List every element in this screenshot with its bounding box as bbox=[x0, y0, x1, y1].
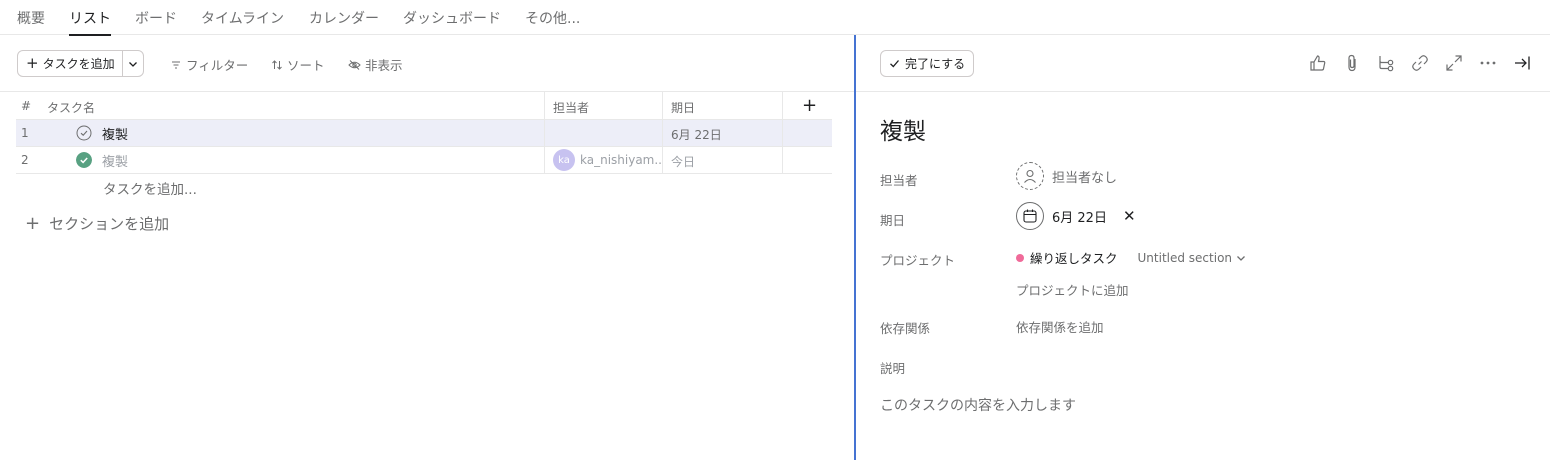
complete-checkbox-icon[interactable] bbox=[76, 125, 92, 141]
add-to-project-link[interactable]: プロジェクトに追加 bbox=[1016, 280, 1129, 299]
link-icon[interactable] bbox=[1410, 53, 1430, 73]
hide-label: 非表示 bbox=[365, 58, 403, 73]
section-name: Untitled section bbox=[1137, 250, 1233, 265]
expand-icon[interactable] bbox=[1444, 53, 1464, 73]
filter-button[interactable]: フィルター bbox=[170, 55, 248, 74]
task-assignee[interactable]: ka ka_nishiyam... bbox=[553, 149, 663, 171]
column-divider bbox=[662, 147, 663, 174]
due-date-field[interactable]: 6月 22日 ✕ bbox=[1016, 202, 1136, 230]
sort-icon bbox=[272, 59, 282, 70]
project-field: 繰り返しタスク Untitled section bbox=[1016, 248, 1246, 267]
project-tab-bar: 概要 リスト ボード タイムライン カレンダー ダッシュボード その他... bbox=[0, 0, 1550, 36]
task-detail-pane: 完了にする 複製 担当者 担当者なし 期日 6月 22日 ✕ プロジェクト 繰り… bbox=[854, 35, 1550, 460]
sort-button[interactable]: ソート bbox=[271, 55, 325, 74]
task-due[interactable]: 今日 bbox=[671, 153, 695, 170]
filter-label: フィルター bbox=[186, 58, 249, 73]
column-due[interactable]: 期日 bbox=[671, 99, 695, 116]
tab-calendar[interactable]: カレンダー bbox=[309, 8, 379, 28]
section-selector[interactable]: Untitled section bbox=[1138, 251, 1247, 265]
assignee-name: ka_nishiyam... bbox=[580, 153, 663, 167]
column-divider bbox=[782, 120, 783, 147]
mark-complete-button[interactable]: 完了にする bbox=[880, 50, 975, 77]
add-task-button[interactable]: + タスクを追加 bbox=[18, 51, 123, 76]
tab-overview[interactable]: 概要 bbox=[17, 8, 45, 28]
task-due[interactable]: 6月 22日 bbox=[671, 126, 722, 143]
column-divider bbox=[782, 92, 783, 120]
list-toolbar: + タスクを追加 フィルター ソート 非表示 bbox=[0, 35, 855, 92]
table-header: # タスク名 担当者 期日 + bbox=[16, 92, 832, 120]
due-date-value: 6月 22日 bbox=[1052, 210, 1107, 226]
tab-dashboard[interactable]: ダッシュボード bbox=[403, 8, 501, 28]
clear-due-date-icon[interactable]: ✕ bbox=[1123, 207, 1136, 225]
column-task-name[interactable]: タスク名 bbox=[47, 99, 95, 116]
table-row[interactable]: 2 複製 ka ka_nishiyam... 今日 bbox=[16, 147, 832, 174]
column-assignee[interactable]: 担当者 bbox=[553, 99, 589, 116]
add-section-label: セクションを追加 bbox=[49, 215, 170, 233]
row-number: 2 bbox=[21, 153, 29, 167]
assignee-value: 担当者なし bbox=[1052, 170, 1118, 186]
tab-more[interactable]: その他... bbox=[525, 8, 580, 28]
column-divider bbox=[544, 147, 545, 174]
tab-board[interactable]: ボード bbox=[135, 8, 177, 28]
dependency-label: 依存関係 bbox=[880, 321, 931, 336]
task-name[interactable]: 複製 bbox=[102, 151, 128, 170]
column-divider bbox=[782, 147, 783, 174]
add-section-button[interactable]: + セクションを追加 bbox=[25, 213, 169, 234]
filter-icon bbox=[172, 60, 180, 69]
plus-icon: + bbox=[26, 54, 39, 72]
project-name[interactable]: 繰り返しタスク bbox=[1030, 248, 1118, 267]
sort-label: ソート bbox=[287, 58, 325, 73]
completed-check-icon[interactable] bbox=[76, 152, 92, 168]
assignee-label: 担当者 bbox=[880, 173, 918, 188]
project-color-dot bbox=[1016, 253, 1024, 262]
column-number: # bbox=[21, 99, 32, 113]
due-date-label: 期日 bbox=[880, 213, 906, 228]
tab-timeline[interactable]: タイムライン bbox=[201, 8, 284, 28]
add-task-label: タスクを追加 bbox=[42, 57, 115, 71]
plus-icon: + bbox=[25, 212, 41, 234]
paperclip-icon[interactable] bbox=[1342, 53, 1362, 73]
description-label: 説明 bbox=[880, 361, 906, 376]
column-divider bbox=[544, 92, 545, 120]
chevron-down-icon bbox=[1237, 255, 1245, 261]
detail-actions bbox=[1308, 53, 1532, 73]
column-divider bbox=[544, 120, 545, 147]
table-row[interactable]: 1 複製 6月 22日 bbox=[16, 120, 832, 147]
add-task-split-button: + タスクを追加 bbox=[17, 50, 144, 77]
hide-button[interactable]: 非表示 bbox=[348, 55, 403, 74]
assignee-field[interactable]: 担当者なし bbox=[1016, 162, 1117, 190]
add-task-row[interactable]: タスクを追加... bbox=[103, 178, 197, 198]
chevron-down-icon bbox=[129, 61, 137, 67]
column-divider bbox=[662, 92, 663, 120]
add-dependency-link[interactable]: 依存関係を追加 bbox=[1016, 317, 1104, 336]
description-input[interactable]: このタスクの内容を入力します bbox=[880, 395, 1076, 415]
thumbs-up-icon[interactable] bbox=[1308, 53, 1328, 73]
task-table: # タスク名 担当者 期日 + 1 複製 6月 22日 2 複製 ka ka_n… bbox=[16, 92, 832, 174]
close-pane-icon[interactable] bbox=[1512, 53, 1532, 73]
subtask-icon[interactable] bbox=[1376, 53, 1396, 73]
more-options-icon[interactable] bbox=[1478, 53, 1498, 73]
column-divider bbox=[662, 120, 663, 147]
task-name[interactable]: 複製 bbox=[102, 124, 128, 143]
detail-toolbar: 完了にする bbox=[856, 35, 1550, 92]
task-title[interactable]: 複製 bbox=[880, 112, 926, 146]
avatar: ka bbox=[553, 149, 575, 171]
list-pane: + タスクを追加 フィルター ソート 非表示 # タスク名 担当者 期日 + 1… bbox=[0, 35, 855, 460]
mark-complete-label: 完了にする bbox=[905, 57, 966, 71]
tab-list[interactable]: リスト bbox=[69, 8, 111, 36]
add-column-button[interactable]: + bbox=[802, 95, 817, 116]
calendar-icon bbox=[1016, 202, 1044, 230]
eye-off-icon bbox=[348, 59, 361, 70]
project-label: プロジェクト bbox=[880, 253, 956, 268]
check-icon bbox=[890, 60, 899, 68]
user-icon bbox=[1016, 162, 1044, 190]
add-task-dropdown[interactable] bbox=[123, 51, 143, 76]
row-number: 1 bbox=[21, 126, 29, 140]
